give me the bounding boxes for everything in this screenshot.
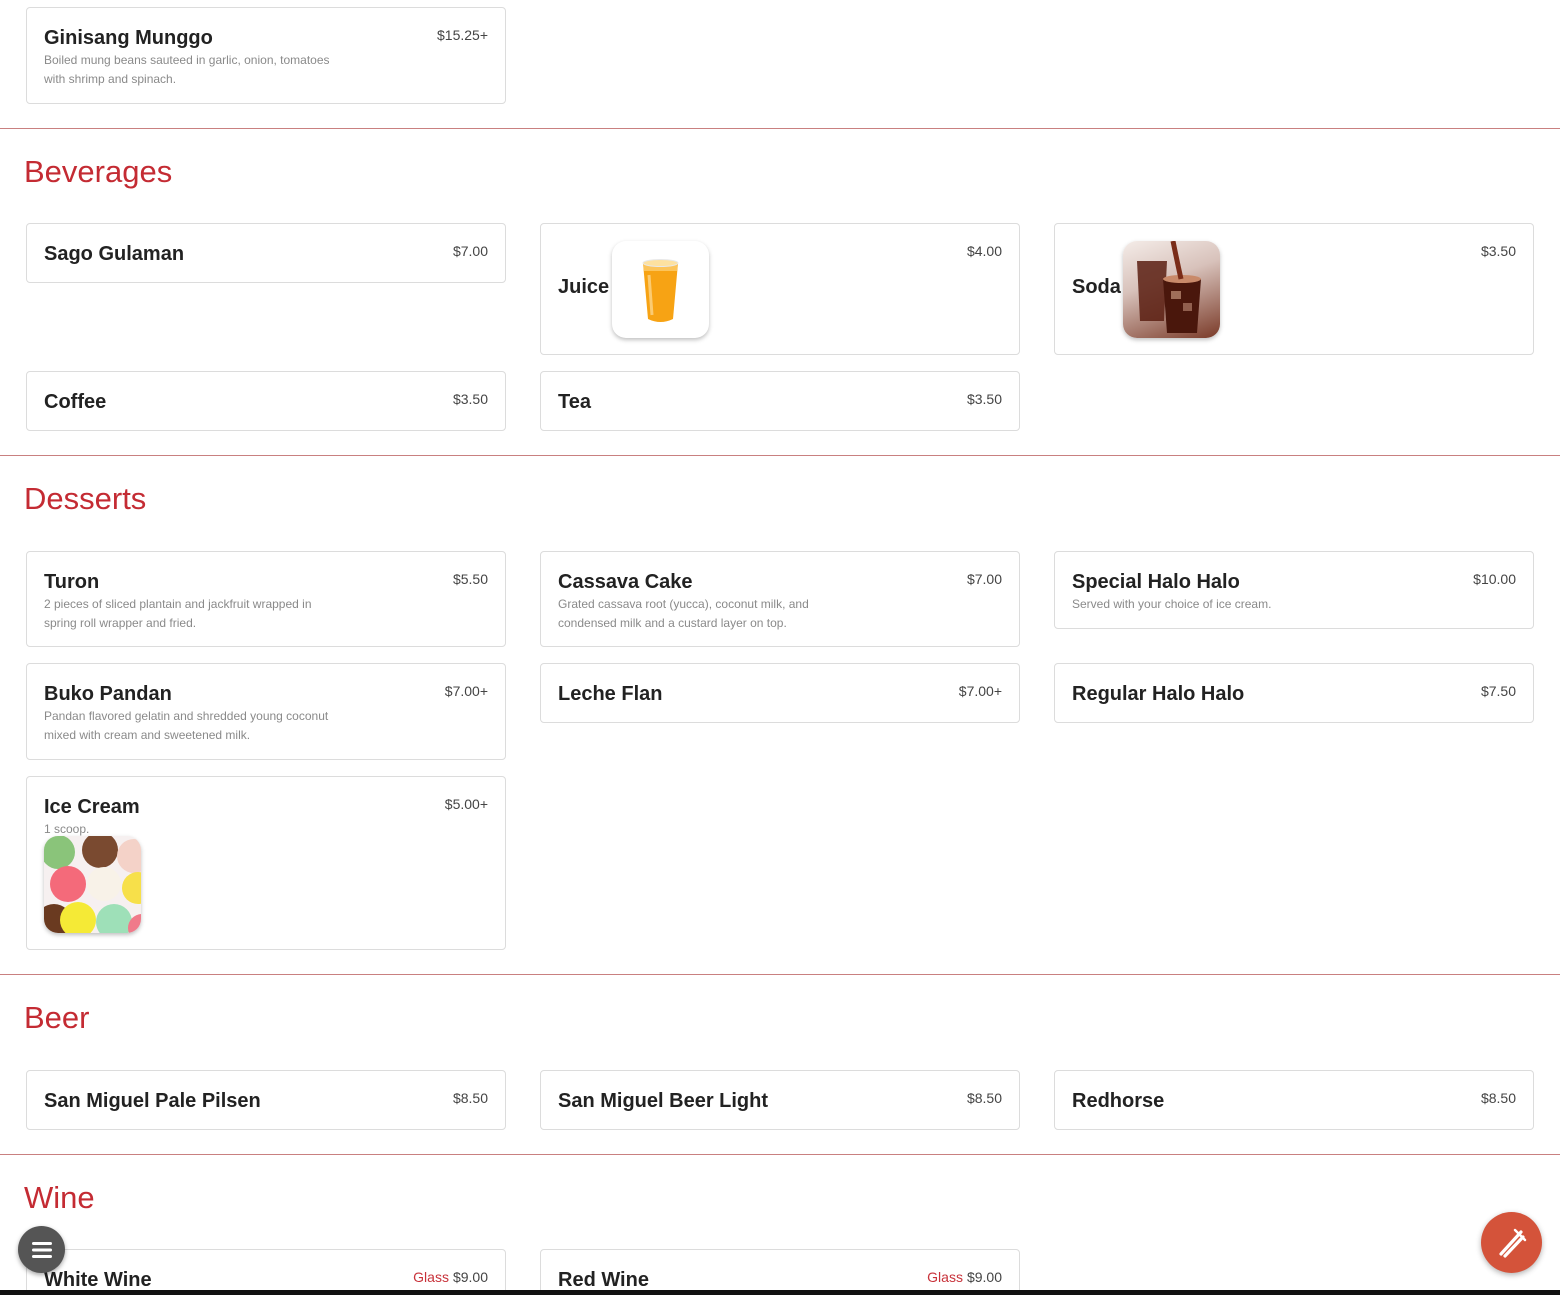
menu-item-card[interactable]: Special Halo Halo Served with your choic…	[1054, 551, 1534, 629]
utensils-icon	[1498, 1228, 1526, 1258]
item-price: Glass $9.00	[413, 1268, 488, 1286]
section-title-beer: Beer	[24, 1000, 90, 1035]
menu-item-card[interactable]: Redhorse $8.50	[1054, 1070, 1534, 1130]
item-name: Soda	[1072, 276, 1121, 298]
item-description: Served with your choice of ice cream.	[1072, 597, 1272, 611]
item-name: Tea	[558, 391, 591, 413]
menu-item-card[interactable]: Leche Flan $7.00+	[540, 663, 1020, 723]
item-name: Sago Gulaman	[44, 243, 185, 265]
item-price: $15.25+	[437, 27, 488, 43]
menu-item-card[interactable]: Ice Cream 1 scoop. $5.00+	[26, 776, 506, 950]
item-description: Pandan flavored gelatin and shredded you…	[44, 709, 329, 742]
item-name: Ginisang Munggo	[44, 27, 213, 49]
section-divider	[0, 455, 1560, 456]
menu-item-card[interactable]: Coffee $3.50	[26, 371, 506, 431]
price-option-label: Glass	[927, 1269, 963, 1285]
menu-item-card[interactable]: Cassava Cake Grated cassava root (yucca)…	[540, 551, 1020, 647]
item-description: Grated cassava root (yucca), coconut mil…	[558, 597, 809, 630]
item-price: $3.50	[966, 391, 1002, 407]
item-price: $8.50	[452, 1090, 488, 1106]
item-price: $7.00	[966, 571, 1002, 587]
item-name: Cassava Cake	[558, 571, 693, 593]
item-price: $3.50	[1480, 243, 1516, 259]
item-price: $10.00	[1473, 571, 1516, 587]
item-name: Buko Pandan	[44, 683, 172, 705]
menu-item-card[interactable]: Turon 2 pieces of sliced plantain and ja…	[26, 551, 506, 647]
section-divider	[0, 128, 1560, 129]
item-name: Coffee	[44, 391, 107, 413]
hamburger-icon	[31, 1241, 52, 1258]
bottom-edge-bar	[0, 1290, 1560, 1295]
menu-item-card[interactable]: Red Wine Glass $9.00	[540, 1249, 1020, 1295]
price-value: $9.00	[966, 1269, 1002, 1285]
ice-cream-image	[44, 836, 141, 933]
menu-item-card[interactable]: Juice $4.00	[540, 223, 1020, 355]
section-title-wine: Wine	[24, 1180, 95, 1215]
section-divider	[0, 1154, 1560, 1155]
item-name: San Miguel Pale Pilsen	[44, 1090, 261, 1112]
menu-item-card[interactable]: Sago Gulaman $7.00	[26, 223, 506, 283]
item-name: Ice Cream	[44, 796, 140, 818]
item-name: Leche Flan	[558, 683, 663, 705]
section-title-desserts: Desserts	[24, 481, 147, 516]
item-price: $7.00+	[444, 683, 488, 699]
price-value: $9.00	[452, 1269, 488, 1285]
menu-item-card[interactable]: San Miguel Beer Light $8.50	[540, 1070, 1020, 1130]
menu-item-card[interactable]: Regular Halo Halo $7.50	[1054, 663, 1534, 723]
item-price: $4.00	[966, 243, 1002, 259]
item-price: Glass $9.00	[927, 1268, 1002, 1286]
item-price: $7.00	[452, 243, 488, 259]
item-price: $7.00+	[958, 683, 1002, 699]
item-description: 2 pieces of sliced plantain and jackfrui…	[44, 597, 312, 630]
item-price: $8.50	[1480, 1090, 1516, 1106]
soda-image	[1123, 241, 1220, 338]
orange-juice-image	[612, 241, 709, 338]
menu-item-card[interactable]: Soda $3.50	[1054, 223, 1534, 355]
price-option-label: Glass	[413, 1269, 449, 1285]
item-name: Regular Halo Halo	[1072, 683, 1245, 705]
item-name: Redhorse	[1072, 1090, 1165, 1112]
item-price: $3.50	[452, 391, 488, 407]
item-name: Juice	[558, 276, 610, 298]
order-button[interactable]	[1481, 1212, 1542, 1273]
item-price: $7.50	[1480, 683, 1516, 699]
section-title-beverages: Beverages	[24, 154, 173, 189]
menu-item-card[interactable]: White Wine Glass $9.00	[26, 1249, 506, 1295]
menu-item-card[interactable]: Buko Pandan Pandan flavored gelatin and …	[26, 663, 506, 760]
item-price: $5.00+	[444, 796, 488, 812]
section-divider	[0, 974, 1560, 975]
menu-item-card[interactable]: Tea $3.50	[540, 371, 1020, 431]
item-name: Special Halo Halo	[1072, 571, 1240, 593]
item-price: $5.50	[452, 571, 488, 587]
item-price: $8.50	[966, 1090, 1002, 1106]
menu-button[interactable]	[18, 1226, 65, 1273]
item-name: Turon	[44, 571, 100, 593]
menu-item-card[interactable]: San Miguel Pale Pilsen $8.50	[26, 1070, 506, 1130]
menu-item-card[interactable]: Ginisang Munggo Boiled mung beans sautee…	[26, 7, 506, 104]
item-description: Boiled mung beans sauteed in garlic, oni…	[44, 53, 330, 86]
item-name: San Miguel Beer Light	[558, 1090, 769, 1112]
